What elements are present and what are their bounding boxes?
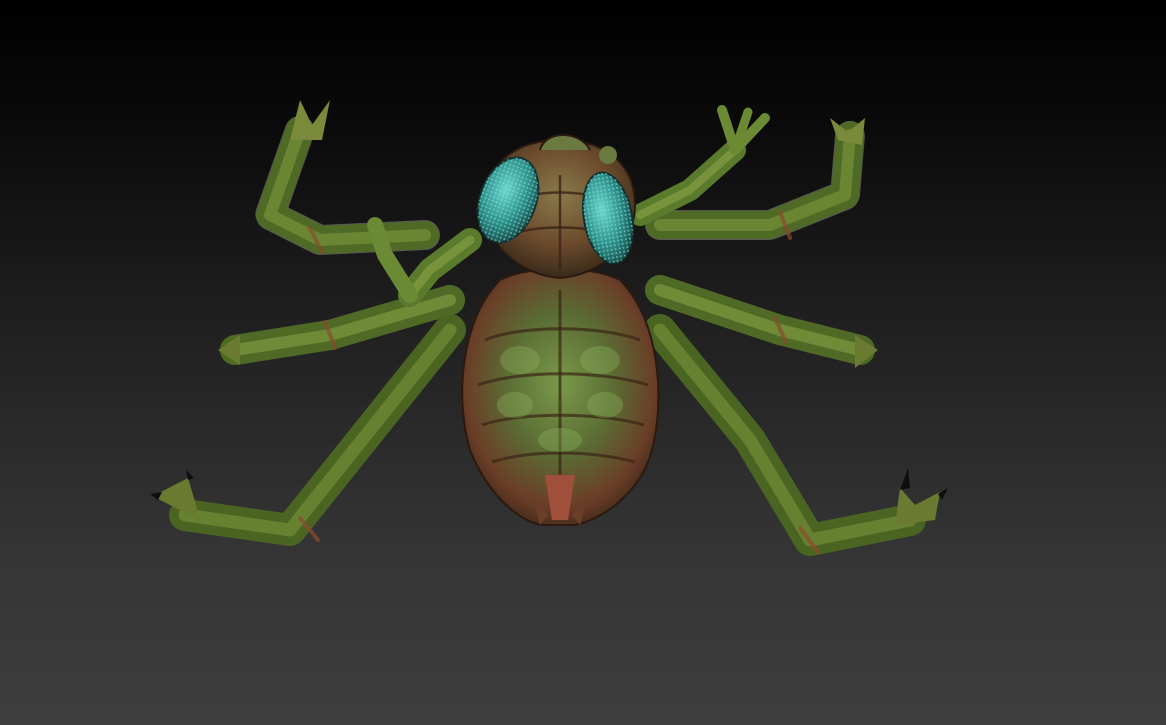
spider-head	[476, 134, 637, 280]
claw-left-front	[290, 100, 330, 140]
spider-abdomen	[461, 267, 660, 526]
claw-right-back	[895, 488, 940, 525]
3d-viewport-canvas[interactable]	[0, 0, 1166, 725]
spider-model-render[interactable]	[0, 0, 1166, 725]
